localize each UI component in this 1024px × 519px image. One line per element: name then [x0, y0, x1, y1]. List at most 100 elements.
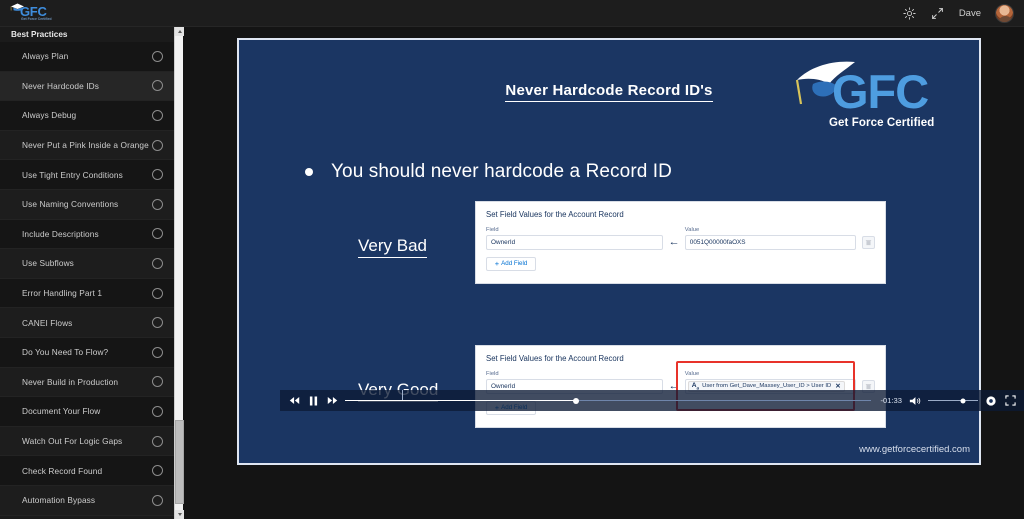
fast-forward-icon[interactable] [326, 395, 338, 407]
completion-radio[interactable] [152, 139, 163, 151]
add-field-button[interactable]: + Add Field [486, 256, 536, 271]
sidebar-item-automation-bypass[interactable]: Automation Bypass [0, 485, 182, 516]
sidebar-item-label: Always Plan [22, 51, 69, 62]
add-field-label: Add Field [501, 260, 528, 267]
completion-radio[interactable] [152, 80, 163, 92]
delete-row-button[interactable] [862, 235, 875, 249]
scroll-down-button[interactable] [175, 510, 184, 519]
video-player[interactable]: Never Hardcode Record ID's GFC Get Force… [237, 38, 1024, 465]
sidebar-item-label: Error Handling Part 1 [22, 288, 103, 299]
user-name: Dave [958, 7, 981, 19]
sidebar-item-watch-out-for-logic-gaps[interactable]: Watch Out For Logic Gaps [0, 426, 182, 457]
completion-radio[interactable] [152, 494, 163, 506]
sidebar-item-document-your-flow[interactable]: Document Your Flow [0, 397, 182, 427]
slide-title-text: Never Hardcode Record ID's [505, 82, 713, 102]
progress-fill [345, 399, 577, 402]
sidebar-item-use-naming-conventions[interactable]: Use Naming Conventions [0, 189, 182, 220]
assign-arrow: ← [663, 235, 684, 250]
remove-x-icon[interactable]: ✕ [835, 382, 840, 390]
sidebar-item-label: Never Hardcode IDs [22, 80, 99, 91]
sidebar-item-check-record-found[interactable]: Check Record Found [0, 456, 182, 486]
sidebar-item-label: Check Record Found [22, 465, 103, 476]
progress-knob[interactable] [573, 397, 580, 404]
gfc-logo-text: GFC [832, 65, 929, 118]
sidebar-item-never-build-in-production[interactable]: Never Build in Production [0, 367, 182, 398]
completion-radio[interactable] [152, 435, 163, 447]
completion-radio[interactable] [152, 198, 163, 210]
sidebar-title: Best Practices [0, 28, 182, 42]
completion-radio[interactable] [152, 257, 163, 269]
completion-radio[interactable] [152, 317, 163, 329]
merge-field-Aa-icon: Aa [691, 381, 700, 391]
player-controls: -01:33 [280, 389, 1024, 411]
sidebar-item-use-subflows[interactable]: Use Subflows [0, 249, 182, 279]
sidebar-item-error-handling-part-1[interactable]: Error Handling Part 1 [0, 278, 182, 309]
sidebar-item-canei-flows[interactable]: CANEI Flows [0, 308, 182, 338]
completion-radio[interactable] [152, 109, 163, 121]
sidebar-item-label: Automation Bypass [22, 495, 96, 506]
sidebar-item-do-you-need-to-flow[interactable]: Do You Need To Flow? [0, 337, 182, 368]
sidebar-item-label: Always Debug [22, 110, 77, 121]
scrollbar-thumb[interactable] [175, 420, 184, 504]
arrow-left-icon: ← [668, 235, 680, 248]
completion-radio[interactable] [152, 465, 163, 477]
field-label: Field [486, 227, 499, 233]
field-input[interactable]: OwnerId [486, 234, 664, 250]
value-input[interactable]: 0051Q00000faOXS [684, 234, 857, 250]
pause-icon[interactable] [307, 395, 319, 407]
sidebar-item-label: Never Put a Pink Inside a Orange [22, 140, 149, 151]
avatar[interactable] [995, 3, 1014, 23]
volume-icon[interactable] [909, 395, 921, 407]
gfc-logo-subtext: Get Force Certified [829, 117, 935, 129]
expand-arrows-icon[interactable] [931, 6, 945, 20]
sidebar-item-label: Document Your Flow [22, 406, 101, 417]
sidebar-item-label: Never Build in Production [22, 376, 119, 387]
value-label: Value [684, 227, 700, 233]
completion-radio[interactable] [152, 287, 163, 299]
brand-logo[interactable]: GFC Get Force Certified [0, 0, 70, 27]
sidebar-item-label: Do You Need To Flow? [22, 347, 109, 358]
time-remaining: -01:33 [880, 396, 902, 405]
completion-radio[interactable] [152, 169, 163, 181]
card-heading: Set Field Values for the Account Record [486, 354, 624, 363]
volume-slider[interactable] [928, 395, 978, 407]
field-label: Field [486, 371, 499, 377]
trash-icon [866, 383, 872, 389]
chapter-tick [402, 389, 403, 400]
value-column: Value 0051Q00000faOXS [684, 227, 857, 250]
sidebar-scrollbar[interactable] [174, 27, 184, 519]
gear-icon[interactable] [985, 395, 997, 407]
sidebar-item-always-debug[interactable]: Always Debug [0, 101, 182, 131]
video-stage: Never Hardcode Record ID's GFC Get Force… [194, 27, 1024, 519]
very-good-card: Set Field Values for the Account Record … [475, 345, 886, 428]
scroll-up-button[interactable] [175, 27, 184, 36]
sidebar-item-always-plan[interactable]: Always Plan [0, 42, 182, 72]
fullscreen-icon[interactable] [1004, 395, 1016, 407]
watermark: www.getforcecertified.com [859, 444, 970, 455]
sidebar-item-never-put-a-pink-inside-a-orange[interactable]: Never Put a Pink Inside a Orange [0, 130, 182, 161]
merge-field-text: User from Get_Dave_Massey_User_ID > User… [702, 383, 832, 389]
rewind-icon[interactable] [288, 395, 300, 407]
sidebar-item-never-hardcode-ids[interactable]: Never Hardcode IDs [0, 71, 182, 102]
sidebar-item-label: Include Descriptions [22, 228, 99, 239]
slide-bullet: You should never hardcode a Record ID [305, 161, 672, 183]
sidebar-list: Always Plan Never Hardcode IDs Always Debu… [0, 42, 182, 516]
sidebar: Best Practices Always Plan Never Hardcode… [0, 27, 182, 519]
sidebar-item-label: Watch Out For Logic Gaps [22, 436, 123, 447]
top-bar-actions: Dave [903, 3, 1024, 23]
sidebar-item-include-descriptions[interactable]: Include Descriptions [0, 219, 182, 250]
completion-radio[interactable] [152, 346, 163, 358]
completion-radio[interactable] [152, 405, 163, 417]
field-column: Field OwnerId [486, 227, 664, 250]
sidebar-item-use-tight-entry-conditions[interactable]: Use Tight Entry Conditions [0, 160, 182, 190]
completion-radio[interactable] [152, 376, 163, 388]
completion-radio[interactable] [152, 50, 163, 62]
sun-icon[interactable] [903, 6, 917, 20]
volume-knob[interactable] [960, 398, 966, 403]
progress-track [345, 389, 871, 404]
progress-bar[interactable] [345, 389, 871, 407]
sidebar-item-label: Use Subflows [22, 258, 74, 269]
completion-radio[interactable] [152, 228, 163, 240]
volume-track [928, 399, 978, 402]
sidebar-item-label: CANEI Flows [22, 317, 73, 328]
